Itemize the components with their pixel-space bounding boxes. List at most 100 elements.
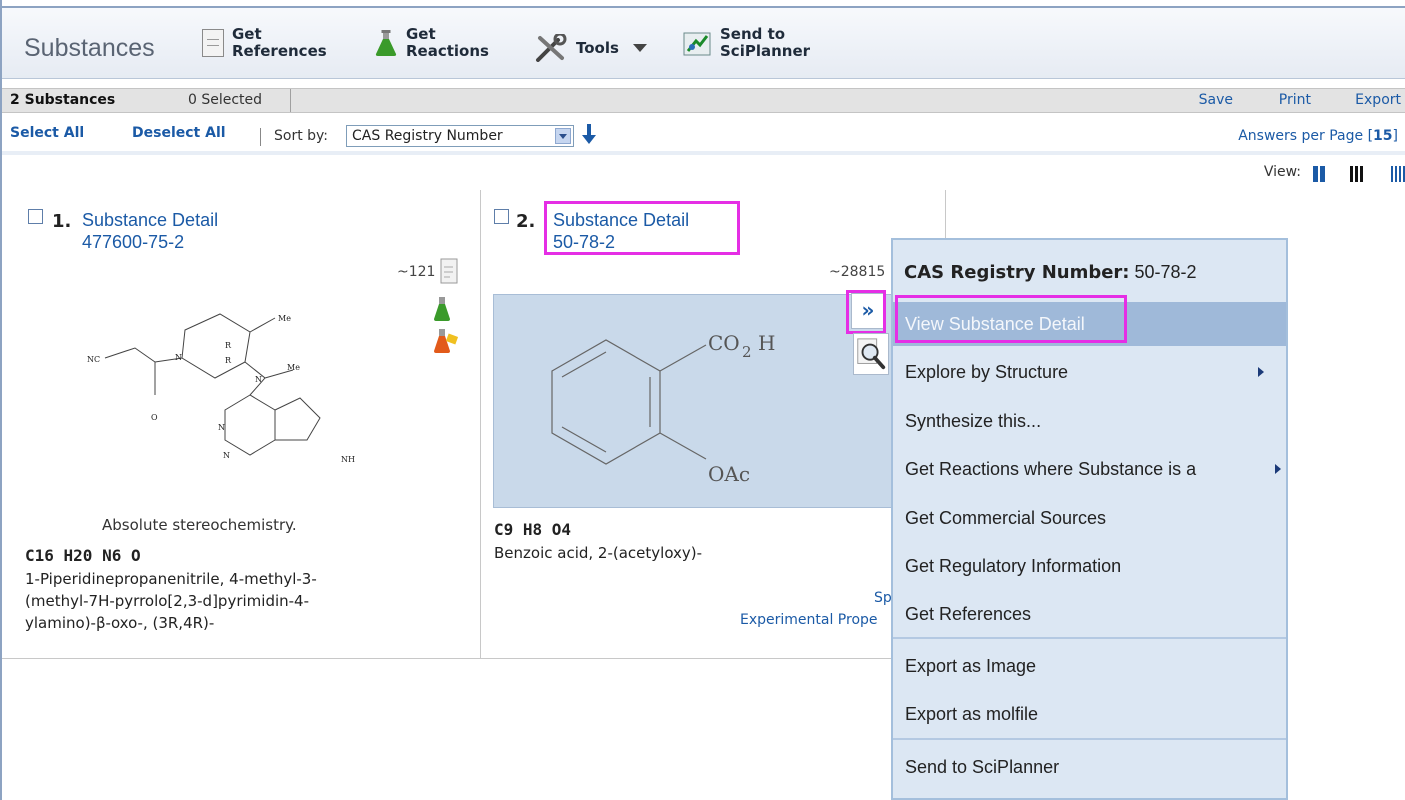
caret-down-icon — [632, 44, 647, 52]
molecular-formula: C9 H8 O4 — [494, 520, 572, 539]
divider — [260, 128, 261, 146]
select-checkbox[interactable] — [28, 209, 43, 224]
group-label: OAc — [708, 462, 750, 486]
toolbar-title: Substances — [24, 34, 155, 62]
menu-divider — [893, 738, 1286, 740]
menu-divider — [893, 637, 1286, 639]
menu-item-export-as-image[interactable]: Export as Image — [893, 644, 1286, 688]
reference-count: ~121 — [397, 264, 436, 280]
menu-header-cas: 50-78-2 — [1134, 262, 1197, 282]
select-all-link[interactable]: Select All — [10, 125, 84, 141]
menu-item-view-substance-detail[interactable]: View Substance Detail — [893, 302, 1286, 346]
atom-label: R — [225, 341, 232, 350]
column-divider — [480, 190, 481, 658]
expand-menu-button[interactable]: » — [851, 293, 885, 329]
export-link[interactable]: Export — [1355, 89, 1401, 112]
experimental-properties-link[interactable]: Experimental Prope — [740, 612, 878, 628]
toolbar: Substances Get References Get Reactions To… — [2, 6, 1405, 79]
print-link[interactable]: Print — [1279, 89, 1311, 112]
get-reactions-icon[interactable] — [433, 296, 451, 322]
atom-label: NH — [341, 455, 355, 464]
sciplanner-icon — [683, 32, 711, 56]
menu-item-export-as-molfile[interactable]: Export as molfile — [893, 692, 1286, 736]
magnify-icon[interactable] — [853, 333, 889, 375]
get-reactions-line1: Get — [406, 25, 436, 43]
view-label: View: — [1263, 164, 1301, 180]
sort-descending-icon[interactable] — [579, 122, 599, 146]
get-references-line2: References — [232, 42, 327, 60]
chemical-structure-1: Me R R N Me NC O N N N NH — [87, 313, 355, 464]
cas-number: 477600-75-2 — [82, 232, 185, 252]
result-index: 2. — [516, 211, 536, 232]
atom-label: R — [225, 356, 232, 365]
column-divider — [945, 190, 946, 240]
group-label: 2 — [742, 343, 752, 361]
get-reactions-line2: Reactions — [406, 42, 489, 60]
tools-menu-button[interactable]: Tools — [534, 34, 647, 62]
divider — [290, 89, 291, 112]
molecular-formula: C16 H20 N6 O — [25, 546, 141, 565]
send-to-sciplanner-button[interactable]: Send to SciPlanner — [682, 26, 810, 60]
menu-item-get-regulatory-information[interactable]: Get Regulatory Information — [893, 544, 1286, 588]
view-switcher: View: — [1205, 162, 1405, 186]
substance-count: 2 Substances — [10, 92, 116, 108]
stereochemistry-note: Absolute stereochemistry. — [102, 516, 297, 534]
tools-icon — [536, 34, 567, 62]
flask-icon — [375, 30, 397, 56]
menu-item-get-commercial-sources[interactable]: Get Commercial Sources — [893, 496, 1286, 540]
menu-header: CAS Registry Number: 50-78-2 — [904, 262, 1197, 283]
chemical-structure-2: CO 2 H OAc — [551, 331, 775, 486]
separator — [2, 151, 1405, 155]
view-four-column-icon[interactable] — [1391, 166, 1405, 182]
results-info-bar: 2 Substances 0 Selected Save Print Expor… — [2, 88, 1405, 113]
view-three-column-icon[interactable] — [1350, 166, 1363, 182]
commercial-sources-icon[interactable] — [433, 328, 459, 354]
atom-label: N — [218, 423, 225, 432]
send-to-line2: SciPlanner — [720, 42, 811, 60]
menu-item-synthesize[interactable]: Synthesize this... — [893, 399, 1286, 443]
substance-name: Benzoic acid, 2-(acetyloxy)- — [494, 544, 703, 562]
submenu-arrow-icon — [1275, 464, 1281, 474]
spectra-link[interactable]: Sp — [874, 590, 892, 606]
menu-item-explore-by-structure[interactable]: Explore by Structure — [893, 350, 1286, 394]
tools-label: Tools — [576, 38, 619, 57]
sort-by-value: CAS Registry Number — [352, 128, 503, 144]
get-references-line1: Get — [232, 25, 262, 43]
selected-count: 0 Selected — [188, 92, 263, 108]
submenu-arrow-icon — [1258, 367, 1264, 377]
atom-label: N — [255, 375, 262, 384]
reference-count: ~28815 — [829, 264, 886, 280]
structure-panel[interactable]: CO 2 H OAc — [493, 294, 893, 508]
substance-detail-link[interactable]: Substance Detail 477600-75-2 — [82, 209, 218, 253]
row-divider — [2, 658, 892, 659]
menu-item-send-to-sciplanner[interactable]: Send to SciPlanner — [893, 745, 1286, 789]
menu-item-get-reactions[interactable]: Get Reactions where Substance is a — [893, 447, 1286, 491]
menu-item-get-references[interactable]: Get References — [893, 592, 1286, 636]
document-icon — [202, 29, 224, 57]
dropdown-arrow-icon[interactable] — [555, 128, 571, 144]
group-label: CO — [708, 331, 740, 355]
view-two-column-icon[interactable] — [1313, 166, 1325, 182]
sort-by-label: Sort by: — [274, 128, 329, 144]
cas-number: 50-78-2 — [553, 232, 616, 252]
answers-per-page[interactable]: Answers per Page [15] — [1238, 128, 1398, 144]
atom-label: N — [175, 353, 182, 362]
atom-label: Me — [287, 363, 300, 372]
select-checkbox[interactable] — [494, 209, 509, 224]
substance-name: 1-Piperidinepropanenitrile, 4-methyl-3- … — [25, 570, 317, 632]
answers-per-page-value: 15 — [1373, 128, 1393, 144]
get-reactions-button[interactable]: Get Reactions — [374, 26, 489, 60]
selection-toolbar: Select All Deselect All Sort by: CAS Reg… — [2, 116, 1405, 152]
deselect-all-link[interactable]: Deselect All — [132, 125, 226, 141]
atom-label: Me — [278, 314, 291, 323]
result-index: 1. — [52, 211, 72, 232]
sort-by-select[interactable]: CAS Registry Number — [346, 125, 574, 147]
substance-detail-link[interactable]: Substance Detail 50-78-2 — [553, 209, 689, 253]
get-references-icon[interactable] — [440, 258, 458, 284]
atom-label: O — [151, 413, 158, 422]
save-link[interactable]: Save — [1199, 89, 1233, 112]
substance-context-menu: CAS Registry Number: 50-78-2 View Substa… — [891, 238, 1288, 800]
get-references-button[interactable]: Get References — [202, 26, 327, 60]
atom-label: N — [223, 451, 230, 460]
send-to-line1: Send to — [720, 25, 786, 43]
